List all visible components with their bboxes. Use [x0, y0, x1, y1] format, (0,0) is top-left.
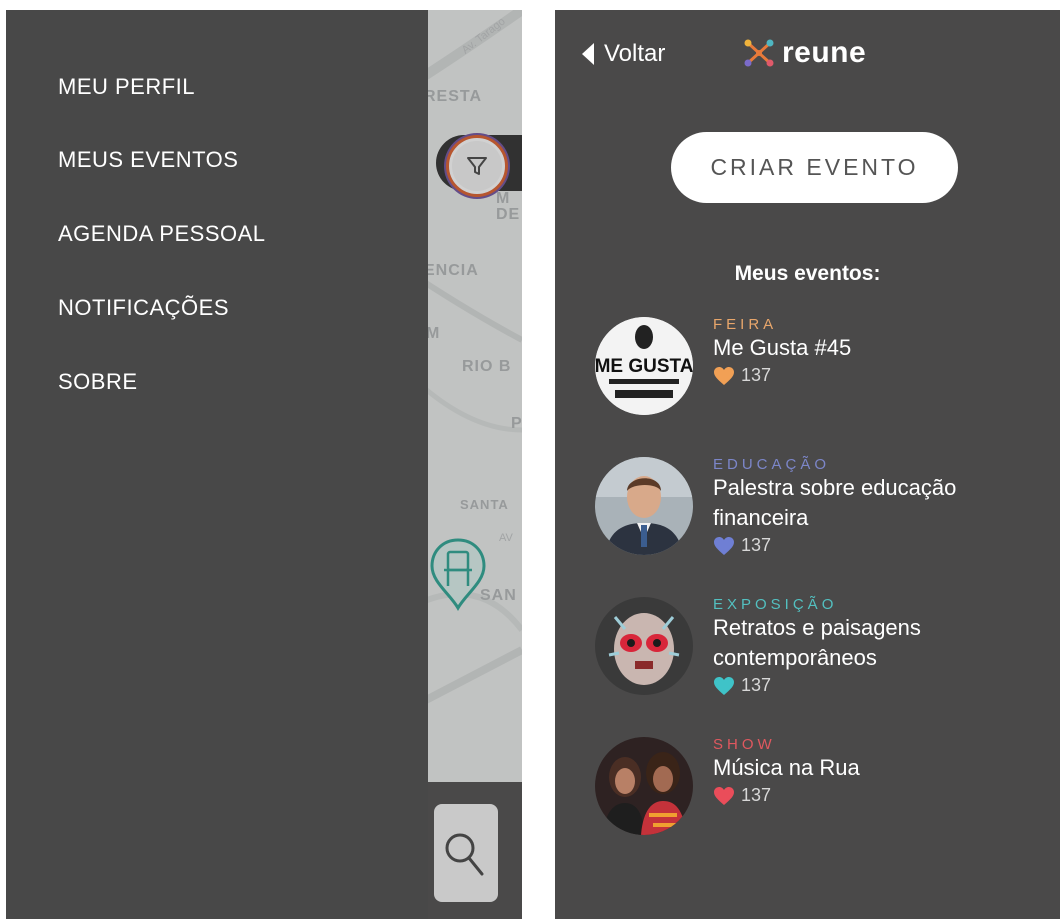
- back-label: Voltar: [604, 40, 666, 67]
- map-label: RIO B: [462, 358, 512, 375]
- my-events-screen: Voltar reune CRIAR EVENTO Meus eventos: …: [555, 10, 1060, 919]
- back-arrow-icon: [582, 43, 594, 65]
- event-likes: 137: [713, 535, 1053, 556]
- section-title: Meus eventos:: [734, 262, 881, 285]
- app-logo: reune: [742, 36, 866, 70]
- event-title: Me Gusta #45: [713, 335, 852, 360]
- filter-button[interactable]: [449, 138, 505, 194]
- reune-logo-icon: [744, 39, 774, 67]
- event-likes: 137: [713, 365, 1053, 386]
- heart-icon[interactable]: [713, 786, 735, 806]
- heart-icon[interactable]: [713, 536, 735, 556]
- avatar-text: ME GUSTA: [595, 356, 693, 377]
- likes-count: 137: [741, 675, 772, 695]
- likes-count: 137: [741, 365, 772, 385]
- menu-item-notificacoes[interactable]: NOTIFICAÇÕES: [58, 295, 229, 321]
- event-info: EXPOSIÇÃO Retratos e paisagens contempor…: [713, 597, 1053, 696]
- map-label: P: [511, 415, 522, 432]
- menu-screen: Av. Tarago RESTA M DE ENCIA M RIO B P SA…: [6, 10, 522, 919]
- menu-item-meu-perfil[interactable]: MEU PERFIL: [58, 74, 195, 100]
- event-avatar: [595, 457, 693, 555]
- event-title: Música na Rua: [713, 755, 860, 780]
- event-avatar: ME GUSTA: [595, 317, 693, 415]
- create-event-button[interactable]: CRIAR EVENTO: [671, 132, 958, 203]
- side-menu: MEU PERFIL MEUS EVENTOS AGENDA PESSOAL N…: [6, 10, 428, 919]
- event-info: FEIRA Me Gusta #45 137: [713, 317, 1053, 386]
- back-button[interactable]: Voltar: [582, 37, 665, 71]
- map-street-label: AV: [499, 532, 513, 544]
- event-likes: 137: [713, 675, 1053, 696]
- menu-item-sobre[interactable]: SOBRE: [58, 369, 138, 395]
- event-avatar: [595, 737, 693, 835]
- exhibition-art-image: [595, 597, 693, 695]
- event-info: SHOW Música na Rua 137: [713, 737, 1053, 806]
- event-avatar: [595, 597, 693, 695]
- event-category: FEIRA: [713, 316, 778, 333]
- band-photo-image: [595, 737, 693, 835]
- event-info: EDUCAÇÃO Palestra sobre educação finance…: [713, 457, 1053, 556]
- search-button[interactable]: [434, 804, 498, 902]
- heart-icon[interactable]: [713, 366, 735, 386]
- map-label: M: [426, 325, 441, 342]
- search-icon: [445, 833, 484, 876]
- event-likes: 137: [713, 785, 1053, 806]
- me-gusta-logo-image: ME GUSTA: [595, 317, 693, 415]
- menu-item-agenda-pessoal[interactable]: AGENDA PESSOAL: [58, 221, 266, 247]
- menu-item-meus-eventos[interactable]: MEUS EVENTOS: [58, 147, 238, 173]
- event-category: EXPOSIÇÃO: [713, 596, 838, 613]
- funnel-icon: [467, 157, 487, 175]
- logo-text: reune: [782, 36, 867, 69]
- map-label: RESTA: [424, 88, 483, 105]
- map-label: ENCIA: [424, 262, 479, 279]
- event-title: Retratos e paisagens contemporâneos: [713, 615, 921, 670]
- likes-count: 137: [741, 535, 772, 555]
- event-category: SHOW: [713, 736, 776, 753]
- map-label: SANTA: [460, 497, 509, 512]
- event-location-pin-icon[interactable]: [428, 536, 488, 612]
- event-title: Palestra sobre educação financeira: [713, 475, 957, 530]
- event-category: EDUCAÇÃO: [713, 456, 831, 473]
- likes-count: 137: [741, 785, 772, 805]
- speaker-photo-image: [595, 457, 693, 555]
- map-label: DE: [496, 206, 521, 223]
- heart-icon[interactable]: [713, 676, 735, 696]
